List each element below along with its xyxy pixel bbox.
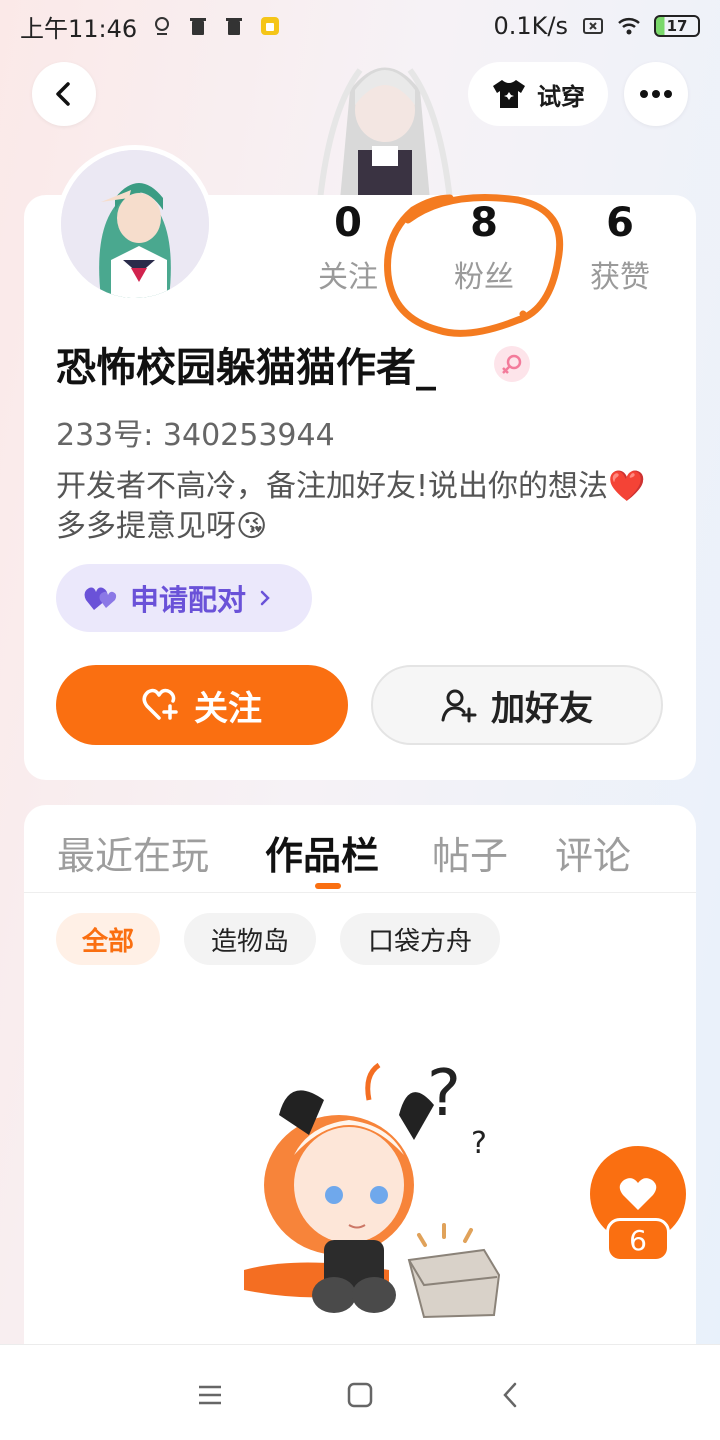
tab-works[interactable]: 作品栏 xyxy=(265,825,379,880)
fans-label: 粉丝 xyxy=(454,260,514,295)
trash-icon xyxy=(226,18,243,35)
filter-pocket-ark[interactable]: 口袋方舟 xyxy=(340,913,500,965)
sim-icon xyxy=(583,18,603,34)
trash-icon xyxy=(190,18,207,35)
content-card: 最近在玩 作品栏 帖子 评论 全部 造物岛 口袋方舟 ? ? xyxy=(24,805,696,1365)
menu-icon xyxy=(199,1385,221,1405)
app-notification-icon xyxy=(261,17,280,35)
add-friend-button[interactable]: 加好友 xyxy=(371,665,663,745)
chevron-right-icon xyxy=(260,590,270,606)
avatar-image xyxy=(61,150,209,298)
more-options-button[interactable] xyxy=(624,62,688,126)
try-on-label: 试穿 xyxy=(537,82,585,111)
status-bar: 上午11:46 0.1K/s 17 xyxy=(0,0,720,52)
menu-nav-button[interactable] xyxy=(190,1375,230,1415)
fans-count: 8 xyxy=(470,200,498,246)
stat-likes[interactable]: 6 获赞 xyxy=(560,198,680,296)
following-label: 关注 xyxy=(318,260,378,295)
chevron-left-icon xyxy=(56,82,70,106)
follow-button[interactable]: 关注 xyxy=(56,665,348,745)
filter-creation-island[interactable]: 造物岛 xyxy=(184,913,316,965)
double-heart-icon xyxy=(84,587,117,610)
more-dots-icon xyxy=(640,90,672,98)
back-nav-button[interactable] xyxy=(490,1375,530,1415)
try-on-button[interactable]: 试穿 xyxy=(468,62,608,126)
tab-recent-play[interactable]: 最近在玩 xyxy=(57,825,209,880)
tab-indicator xyxy=(315,883,341,889)
heart-icon xyxy=(619,1178,657,1210)
follow-label: 关注 xyxy=(194,688,262,729)
tab-comments[interactable]: 评论 xyxy=(555,825,631,880)
tab-posts[interactable]: 帖子 xyxy=(432,825,508,880)
add-friend-label: 加好友 xyxy=(491,688,593,729)
stat-fans[interactable]: 8 粉丝 xyxy=(424,198,544,296)
add-user-icon xyxy=(441,689,477,723)
network-speed: 0.1K/s xyxy=(493,12,569,40)
status-time: 上午11:46 xyxy=(20,14,138,43)
stat-following[interactable]: 0 关注 xyxy=(288,198,408,296)
request-pair-button[interactable]: 申请配对 xyxy=(56,564,312,632)
female-gender-icon xyxy=(494,346,530,382)
battery-indicator: 17 xyxy=(654,15,700,37)
avatar[interactable] xyxy=(56,145,214,303)
heart-plus-icon xyxy=(142,688,178,720)
svg-text:?: ? xyxy=(427,1057,461,1131)
empty-state-illustration: ? ? xyxy=(244,1057,501,1319)
back-button[interactable] xyxy=(32,62,96,126)
character-hero-image xyxy=(317,67,453,200)
svg-text:?: ? xyxy=(471,1126,487,1161)
user-id[interactable]: 233号: 340253944 xyxy=(56,410,335,454)
tshirt-icon xyxy=(493,80,525,108)
system-navigation-bar xyxy=(0,1344,720,1440)
home-square-icon xyxy=(347,1382,373,1408)
profile-name: 恐怖校园躲猫猫作者_ xyxy=(56,345,436,391)
home-nav-button[interactable] xyxy=(340,1375,380,1415)
following-count: 0 xyxy=(334,200,362,246)
likes-count: 6 xyxy=(606,200,634,246)
like-count-badge: 6 xyxy=(606,1218,670,1262)
location-icon xyxy=(155,17,170,35)
request-pair-label: 申请配对 xyxy=(130,583,247,617)
back-arrow-icon xyxy=(503,1382,517,1408)
likes-label: 获赞 xyxy=(590,260,650,295)
wifi-icon xyxy=(618,18,640,35)
tab-bar: 最近在玩 作品栏 帖子 评论 xyxy=(24,805,696,893)
profile-bio: 开发者不高冷，备注加好友!说出你的想法❤️多多提意见呀😘 xyxy=(56,469,646,544)
filter-all[interactable]: 全部 xyxy=(56,913,160,965)
